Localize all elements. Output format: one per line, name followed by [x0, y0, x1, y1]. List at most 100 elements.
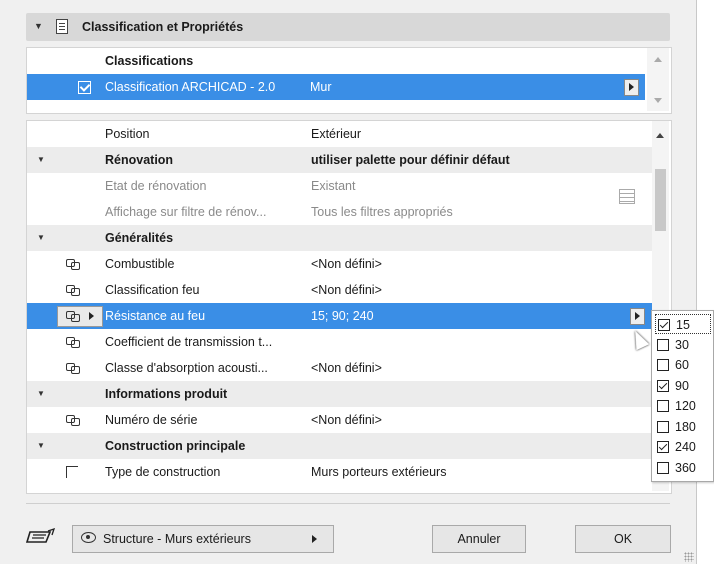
linked-property-icon	[66, 363, 80, 374]
property-row[interactable]: Position Extérieur	[27, 121, 652, 147]
property-row[interactable]: ▼ Généralités	[27, 225, 652, 251]
classifications-panel: Classifications Classification ARCHICAD …	[26, 47, 672, 114]
property-row[interactable]: ▼ Informations produit	[27, 381, 652, 407]
properties-panel: Position Extérieur ▼ Rénovation utiliser pal…	[26, 120, 672, 494]
chevron-right-icon	[312, 535, 317, 543]
property-row[interactable]: Affichage sur filtre de rénov... Tous les…	[27, 199, 652, 225]
property-value[interactable]: Murs porteurs extérieurs	[311, 459, 611, 485]
cancel-button[interactable]: Annuler	[432, 525, 526, 553]
property-label: Affichage sur filtre de rénov...	[105, 205, 267, 219]
property-label: Construction principale	[105, 439, 246, 453]
checked-checkbox-icon[interactable]	[658, 319, 670, 331]
property-row[interactable]: Coefficient de transmission t...	[27, 329, 652, 355]
section-header[interactable]: ▼ Classification et Propriétés	[26, 13, 670, 41]
option-label: 15	[676, 318, 690, 332]
footer-separator	[26, 503, 670, 504]
linked-property-icon	[66, 337, 80, 348]
collapse-triangle-icon[interactable]: ▼	[37, 381, 45, 407]
property-type-selector[interactable]	[57, 306, 103, 327]
eye-icon	[81, 532, 96, 543]
classifications-scrollbar[interactable]	[647, 48, 669, 111]
property-label: Etat de rénovation	[105, 179, 207, 193]
option-label: 90	[675, 378, 689, 393]
option-label: 360	[675, 460, 696, 475]
collapse-triangle-icon[interactable]: ▼	[37, 433, 45, 459]
checked-checkbox-icon[interactable]	[657, 441, 669, 453]
property-value[interactable]	[311, 433, 611, 459]
property-value[interactable]	[311, 381, 611, 407]
unchecked-checkbox-icon[interactable]	[657, 359, 669, 371]
property-value[interactable]: <Non défini>	[311, 277, 611, 303]
unchecked-checkbox-icon[interactable]	[657, 338, 669, 351]
scroll-up-icon[interactable]	[654, 57, 662, 62]
property-label: Combustible	[105, 257, 175, 271]
classification-picker-button[interactable]	[624, 79, 639, 96]
option-label: 30	[675, 337, 689, 352]
classification-value: Mur	[310, 80, 332, 94]
property-value[interactable]	[311, 225, 611, 251]
property-value[interactable]	[311, 329, 611, 355]
scroll-thumb[interactable]	[655, 169, 666, 231]
option-label: 120	[675, 399, 696, 413]
property-row[interactable]: Résistance au feu 15; 90; 240	[27, 303, 652, 329]
collapse-triangle-icon[interactable]: ▼	[34, 21, 43, 31]
fire-resistance-popup: 15 30 60 90 120 180 240 360	[651, 310, 714, 482]
property-label: Classification feu	[105, 283, 200, 297]
document-icon	[56, 19, 68, 34]
property-label: Généralités	[105, 231, 174, 245]
classification-row[interactable]: Classification ARCHICAD - 2.0 Mur	[27, 74, 645, 100]
chevron-right-icon	[89, 312, 94, 320]
option-label: 180	[675, 419, 696, 434]
property-value[interactable]: <Non défini>	[311, 407, 611, 433]
option-label: 60	[675, 358, 689, 372]
property-value[interactable]: Extérieur	[311, 121, 611, 147]
property-row[interactable]: Classe d'absorption acousti... <Non défin…	[27, 355, 652, 381]
favorites-icon[interactable]	[25, 527, 56, 546]
linked-property-icon	[66, 311, 80, 322]
classifications-header: Classifications	[105, 54, 194, 68]
collapse-triangle-icon[interactable]: ▼	[37, 147, 45, 173]
linked-property-icon	[66, 285, 80, 296]
property-value[interactable]: Existant	[311, 173, 611, 199]
scroll-up-icon[interactable]	[656, 133, 664, 138]
property-label: Rénovation	[105, 153, 174, 167]
fire-resistance-option[interactable]: 15	[655, 314, 711, 334]
property-label: Numéro de série	[105, 413, 198, 427]
checkbox-icon[interactable]	[78, 81, 91, 94]
renovation-matrix-icon[interactable]	[619, 189, 635, 204]
property-value[interactable]: 15; 90; 240	[311, 303, 611, 329]
checked-checkbox-icon[interactable]	[657, 379, 669, 392]
unchecked-checkbox-icon[interactable]	[657, 400, 669, 412]
linked-property-icon	[66, 415, 80, 426]
property-label: Résistance au feu	[105, 309, 206, 323]
classifications-header-row: Classifications	[27, 48, 647, 74]
ok-button[interactable]: OK	[575, 525, 671, 553]
option-label: 240	[675, 440, 696, 454]
property-row[interactable]: Type de construction Murs porteurs extéri…	[27, 459, 652, 485]
linked-property-icon	[66, 259, 80, 270]
property-label: Classe d'absorption acousti...	[105, 361, 268, 375]
collapse-triangle-icon[interactable]: ▼	[37, 225, 45, 251]
property-row[interactable]: ▼ Rénovation utiliser palette pour définir…	[27, 147, 652, 173]
unchecked-checkbox-icon[interactable]	[657, 420, 669, 433]
property-value[interactable]: utiliser palette pour définir défaut	[311, 147, 611, 173]
property-row[interactable]: ▼ Construction principale	[27, 433, 652, 459]
property-row[interactable]: Combustible <Non défini>	[27, 251, 652, 277]
property-row[interactable]: Numéro de série <Non défini>	[27, 407, 652, 433]
property-value[interactable]: <Non défini>	[311, 251, 611, 277]
value-picker-button[interactable]	[630, 308, 645, 325]
scroll-down-icon[interactable]	[654, 98, 662, 103]
property-row[interactable]: Classification feu <Non défini>	[27, 277, 652, 303]
resize-grip[interactable]	[684, 552, 694, 562]
property-label: Type de construction	[105, 465, 221, 479]
classification-system: Classification ARCHICAD - 2.0	[105, 80, 276, 94]
property-value[interactable]: <Non défini>	[311, 355, 611, 381]
property-value[interactable]: Tous les filtres appropriés	[311, 199, 611, 225]
property-label: Informations produit	[105, 387, 228, 401]
favorite-selector[interactable]: Structure - Murs extérieurs	[72, 525, 334, 553]
settings-dialog: ▼ Classification et Propriétés Classific…	[0, 0, 697, 564]
section-title: Classification et Propriétés	[82, 20, 244, 34]
unchecked-checkbox-icon[interactable]	[657, 461, 669, 474]
property-row[interactable]: Etat de rénovation Existant	[27, 173, 652, 199]
property-label: Coefficient de transmission t...	[105, 335, 273, 349]
